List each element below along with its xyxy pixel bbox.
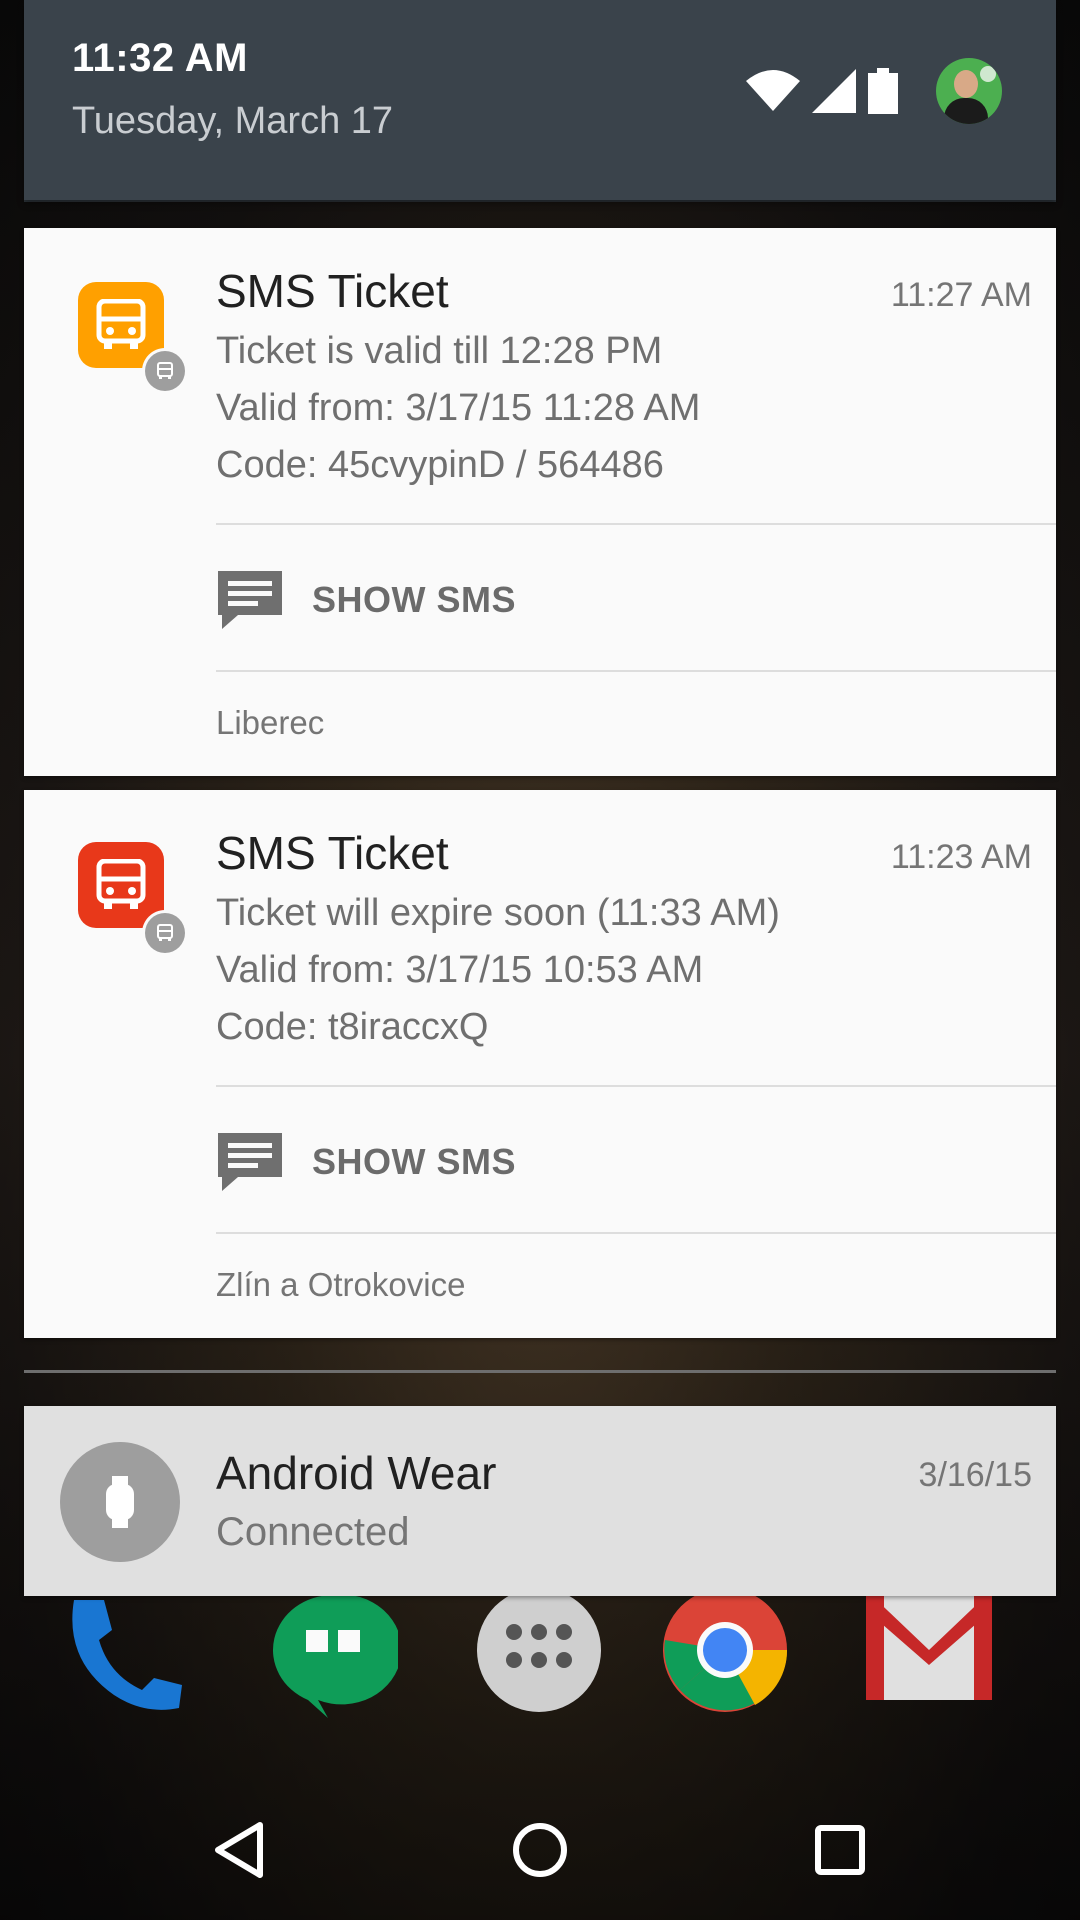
show-sms-button[interactable]: SHOW SMS [216, 560, 516, 640]
wear-date: 3/16/15 [918, 1456, 1032, 1494]
notification-line: Code: 45cvypinD / 564486 [216, 444, 664, 486]
android-wear-notification[interactable]: Android Wear Connected 3/16/15 [24, 1406, 1056, 1596]
back-icon [215, 1822, 263, 1878]
divider [216, 1085, 1056, 1087]
notification-card[interactable]: SMS Ticket 11:23 AM Ticket will expire s… [24, 790, 1056, 1338]
apps-drawer-icon[interactable] [474, 1590, 604, 1720]
show-sms-label: SHOW SMS [312, 1141, 517, 1182]
notification-time: 11:23 AM [890, 838, 1032, 876]
hangouts-app-icon[interactable] [268, 1590, 398, 1720]
notification-card[interactable]: SMS Ticket 11:27 AM Ticket is valid till… [24, 228, 1056, 776]
notification-time: 11:27 AM [890, 276, 1032, 314]
message-icon [218, 571, 282, 629]
notification-line: Valid from: 3/17/15 10:53 AM [216, 949, 704, 991]
show-sms-button[interactable]: SHOW SMS [216, 1122, 516, 1202]
wifi-icon [746, 70, 800, 111]
watch-icon [60, 1442, 180, 1562]
phone-app-icon[interactable] [64, 1590, 194, 1720]
user-avatar[interactable] [936, 58, 1002, 124]
date: Tuesday, March 17 [72, 100, 394, 142]
wear-title: Android Wear [216, 1447, 497, 1499]
recents-button[interactable] [800, 1810, 880, 1890]
navigation-bar [0, 1780, 1080, 1920]
signal-icon [812, 69, 856, 113]
status-icons [746, 56, 1002, 126]
back-button[interactable] [200, 1810, 280, 1890]
notification-line: Ticket will expire soon (11:33 AM) [216, 892, 780, 934]
notification-line: Code: t8iraccxQ [216, 1006, 489, 1048]
bus-small-icon [142, 348, 188, 394]
notification-line: Valid from: 3/17/15 11:28 AM [216, 387, 701, 429]
divider [216, 523, 1056, 525]
home-icon [513, 1823, 567, 1877]
chrome-app-icon[interactable] [660, 1590, 790, 1720]
show-sms-label: SHOW SMS [312, 579, 517, 620]
notification-subtext: Zlín a Otrokovice [216, 1266, 466, 1303]
divider [216, 670, 1056, 672]
notification-title: SMS Ticket [216, 265, 449, 317]
wear-status: Connected [216, 1510, 410, 1554]
divider [216, 1232, 1056, 1234]
recents-icon [815, 1825, 865, 1875]
bus-small-icon [142, 910, 188, 956]
clock: 11:32 AM [72, 36, 248, 80]
gmail-app-icon[interactable] [864, 1590, 994, 1720]
home-button[interactable] [500, 1810, 580, 1890]
notification-separator [24, 1370, 1056, 1373]
battery-icon [868, 68, 898, 114]
message-icon [218, 1133, 282, 1191]
notification-subtext: Liberec [216, 704, 325, 741]
notification-line: Ticket is valid till 12:28 PM [216, 330, 663, 372]
notification-title: SMS Ticket [216, 827, 449, 879]
